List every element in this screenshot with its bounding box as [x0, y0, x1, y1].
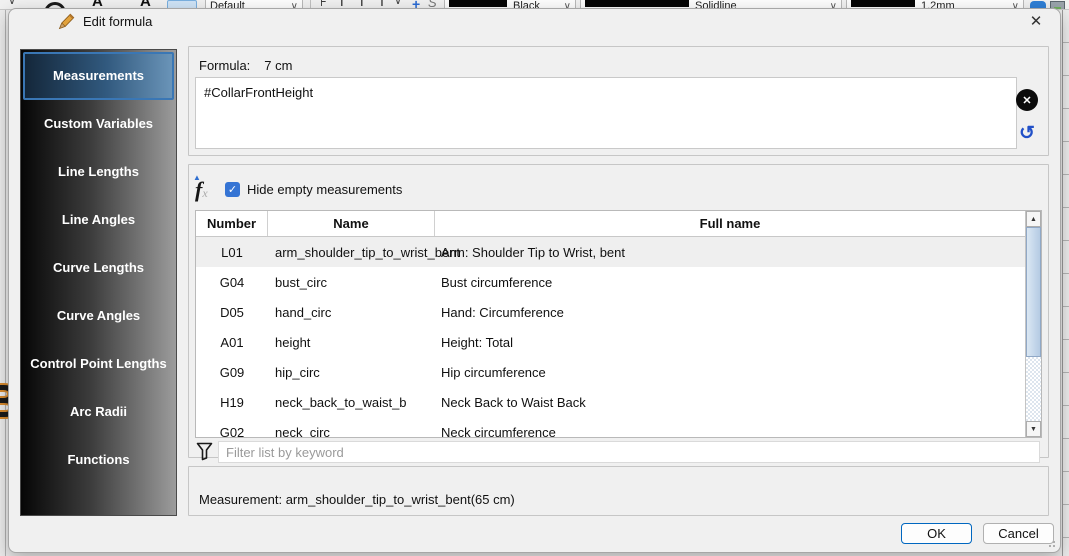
- filter-funnel-icon: [196, 442, 213, 461]
- dialog-title: Edit formula: [83, 14, 152, 29]
- dialog-title-bar[interactable]: Edit formula ✕: [9, 9, 1060, 37]
- variables-groupbox: ▲ fx ✓ Hide empty measurements Number Na…: [188, 164, 1049, 458]
- sidebar-item-measurements[interactable]: Measurements: [23, 52, 174, 100]
- edit-formula-dialog: Edit formula ✕ Measurements Custom Varia…: [8, 8, 1061, 553]
- sidebar-item-line-angles[interactable]: Line Angles: [23, 196, 174, 244]
- hide-empty-label: Hide empty measurements: [247, 182, 402, 197]
- column-header-name[interactable]: Name: [268, 211, 435, 236]
- chevron-down-icon[interactable]: ∨: [8, 0, 16, 7]
- table-row[interactable]: L01 arm_shoulder_tip_to_wrist_bent Arm: …: [196, 237, 1025, 267]
- hide-empty-checkbox[interactable]: ✓: [225, 182, 240, 197]
- table-row[interactable]: G09 hip_circ Hip circumference: [196, 357, 1025, 387]
- sidebar-item-control-point-lengths[interactable]: Control Point Lengths: [23, 340, 174, 388]
- measurement-info-groupbox: Measurement: arm_shoulder_tip_to_wrist_b…: [188, 466, 1049, 516]
- sidebar-item-curve-angles[interactable]: Curve Angles: [23, 292, 174, 340]
- column-header-number[interactable]: Number: [196, 211, 268, 236]
- undo-icon: ↺: [1019, 122, 1035, 145]
- cancel-button[interactable]: Cancel: [983, 523, 1054, 544]
- formula-label: Formula:: [199, 58, 250, 73]
- table-row[interactable]: A01 height Height: Total: [196, 327, 1025, 357]
- sidebar-item-custom-variables[interactable]: Custom Variables: [23, 100, 174, 148]
- close-icon[interactable]: ✕: [1026, 11, 1046, 31]
- chevron-down-icon[interactable]: ∨: [394, 0, 402, 7]
- formula-result: 7 cm: [264, 58, 292, 73]
- sidebar-item-arc-radii[interactable]: Arc Radii: [23, 388, 174, 436]
- fx-toggle-button[interactable]: ▲ fx: [195, 177, 221, 203]
- sidebar-item-functions[interactable]: Functions: [23, 436, 174, 484]
- measurements-table: Number Name Full name L01 arm_shoulder_t…: [195, 210, 1042, 438]
- clear-formula-button[interactable]: ✕: [1016, 89, 1038, 111]
- resize-grip[interactable]: [1047, 539, 1055, 547]
- table-row[interactable]: D05 hand_circ Hand: Circumference: [196, 297, 1025, 327]
- check-icon: ✓: [228, 183, 237, 196]
- measurement-info-text: Measurement: arm_shoulder_tip_to_wrist_b…: [199, 492, 515, 507]
- filter-input[interactable]: [218, 441, 1040, 463]
- table-header-row: Number Name Full name: [196, 211, 1025, 237]
- formula-groupbox: Formula: 7 cm #CollarFrontHeight ✕ ↺: [188, 46, 1049, 156]
- scrollbar-up-button[interactable]: ▲: [1026, 211, 1041, 227]
- column-header-fullname[interactable]: Full name: [435, 211, 1025, 236]
- background-right-strip: [1062, 10, 1069, 556]
- triangle-down-icon: ▼: [1030, 426, 1037, 433]
- background-left-strip: [0, 10, 8, 556]
- line-width-swatch: [851, 0, 915, 7]
- table-row[interactable]: G04 bust_circ Bust circumference: [196, 267, 1025, 297]
- ok-button[interactable]: OK: [901, 523, 972, 544]
- table-scrollbar[interactable]: ▲ ▼: [1025, 211, 1041, 437]
- solidline-swatch: [585, 0, 689, 7]
- triangle-up-icon: ▲: [193, 173, 201, 182]
- category-sidebar: Measurements Custom Variables Line Lengt…: [20, 49, 177, 516]
- formula-editor[interactable]: #CollarFrontHeight: [195, 77, 1017, 149]
- table-row[interactable]: G02 neck_circ Neck circumference: [196, 417, 1025, 438]
- table-row[interactable]: H19 neck_back_to_waist_b Neck Back to Wa…: [196, 387, 1025, 417]
- clear-icon: ✕: [1022, 94, 1031, 107]
- pencil-icon: [58, 13, 75, 30]
- scrollbar-track[interactable]: [1026, 357, 1041, 421]
- undo-button[interactable]: ↺: [1015, 122, 1039, 144]
- black-color-swatch: [449, 0, 507, 7]
- sidebar-item-curve-lengths[interactable]: Curve Lengths: [23, 244, 174, 292]
- scrollbar-down-button[interactable]: ▼: [1026, 421, 1041, 437]
- sidebar-item-line-lengths[interactable]: Line Lengths: [23, 148, 174, 196]
- triangle-up-icon: ▲: [1030, 216, 1037, 223]
- scrollbar-thumb[interactable]: [1026, 227, 1041, 357]
